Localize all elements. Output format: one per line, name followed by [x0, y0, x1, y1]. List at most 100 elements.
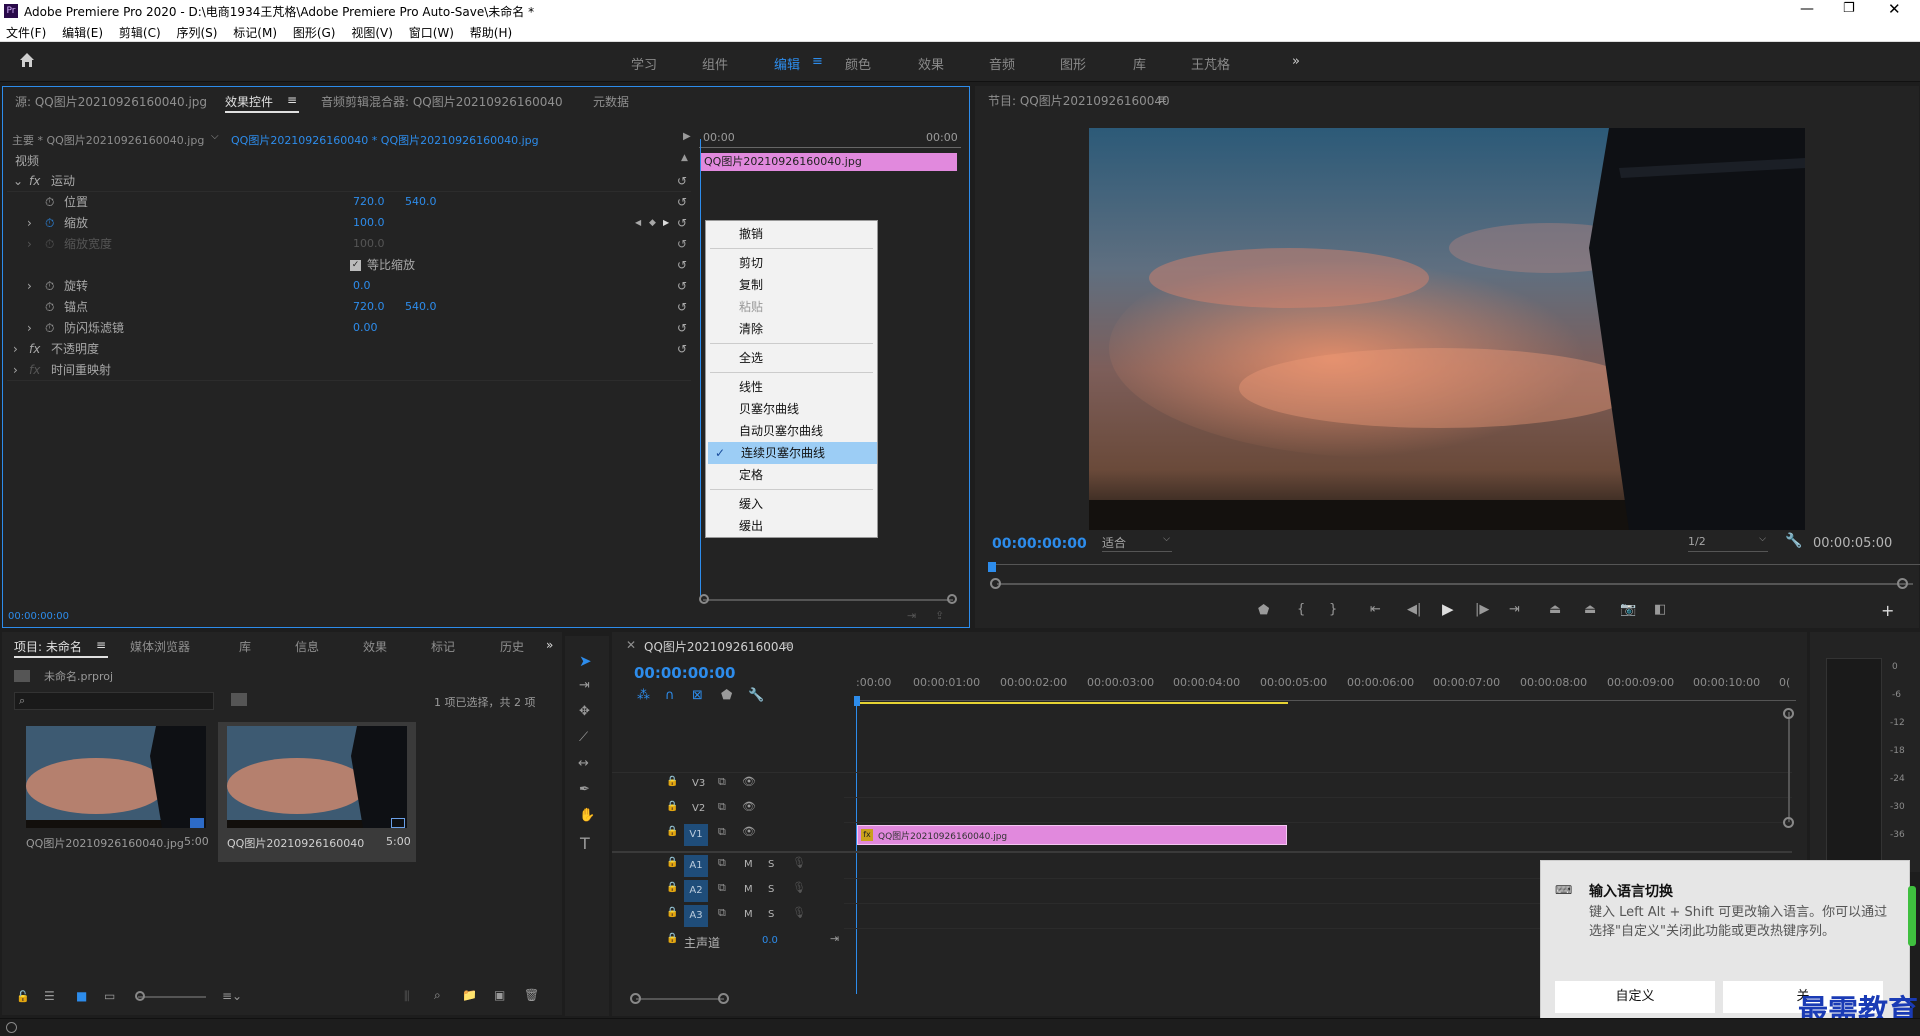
track-v3-label[interactable]: V3	[692, 778, 705, 789]
comparison-view-icon[interactable]: ◧	[1654, 602, 1666, 617]
wrench-icon[interactable]: 🔧	[1785, 533, 1802, 549]
effect-motion[interactable]: ⌄ fx 运动 ↺	[7, 171, 697, 191]
lock-icon[interactable]: 🔒	[666, 907, 678, 918]
menu-item-clear[interactable]: 清除	[706, 318, 877, 340]
timeline-title[interactable]: QQ图片20210926160040	[644, 638, 794, 655]
zoom-slider[interactable]	[138, 996, 206, 998]
workspace-library[interactable]: 库	[1133, 54, 1146, 73]
extract-icon[interactable]: ⏏	[1584, 602, 1596, 617]
tab-menu-icon[interactable]: ≡	[96, 638, 106, 652]
menu-item-continuous-bezier[interactable]: ✓ 连续贝塞尔曲线	[708, 442, 877, 464]
play-only-icon[interactable]: ▶	[683, 131, 691, 142]
sync-lock-icon[interactable]: ⧉	[718, 856, 726, 870]
slip-tool-icon[interactable]: ↔	[578, 756, 589, 771]
chevron-down-icon[interactable]: ⌄	[13, 171, 23, 191]
scroll-handle-left[interactable]	[699, 594, 709, 604]
zoom-handle-right[interactable]	[1897, 578, 1908, 589]
reset-icon[interactable]: ↺	[677, 297, 687, 317]
type-tool-icon[interactable]: T	[580, 834, 590, 853]
razor-tool-icon[interactable]: ⟋	[579, 730, 588, 745]
menu-marker[interactable]: 标记(M)	[227, 22, 283, 43]
chevron-right-icon[interactable]: ›	[27, 276, 32, 296]
sync-lock-icon[interactable]: ⧉	[718, 881, 726, 895]
anti-flicker-value[interactable]: 0.00	[353, 318, 378, 338]
mark-in-icon[interactable]: {	[1297, 602, 1305, 617]
reset-icon[interactable]: ↺	[677, 339, 687, 359]
workspace-color[interactable]: 颜色	[845, 54, 871, 73]
new-bin-icon[interactable]: 📁	[462, 988, 477, 1002]
menu-item-bezier[interactable]: 贝塞尔曲线	[706, 398, 877, 420]
tab-effect-controls[interactable]: 效果控件	[225, 93, 273, 110]
project-item-selected[interactable]: QQ图片20210926160040 5:00	[218, 722, 416, 862]
sort-icon[interactable]: ≡⌄	[222, 989, 242, 1003]
uniform-scale-checkbox[interactable]: ✓	[350, 260, 361, 271]
lock-icon[interactable]: 🔒	[666, 882, 678, 893]
track-a1-label[interactable]: A1	[684, 855, 708, 877]
eye-icon[interactable]: 👁	[742, 800, 756, 813]
fx-icon[interactable]: fx	[29, 339, 40, 359]
tab-effects[interactable]: 效果	[363, 638, 387, 655]
microphone-icon[interactable]: 🎙	[792, 906, 806, 919]
anchor-x[interactable]: 720.0	[353, 297, 385, 317]
master-volume[interactable]: 0.0	[762, 935, 778, 946]
menu-view[interactable]: 视图(V)	[345, 22, 399, 43]
close-icon[interactable]: ✕	[1888, 0, 1901, 18]
effect-time-remap[interactable]: › fx 时间重映射	[7, 360, 697, 380]
new-bin-from-search-icon[interactable]	[231, 693, 247, 706]
lock-icon[interactable]: 🔒	[666, 776, 678, 787]
step-back-icon[interactable]: ◀|	[1407, 602, 1421, 617]
search-input[interactable]: ⌕	[14, 692, 214, 710]
trash-icon[interactable]: 🗑	[524, 988, 539, 1002]
find-icon[interactable]: ⌕	[434, 988, 441, 1003]
lock-icon[interactable]: 🔓	[16, 990, 30, 1003]
ripple-edit-tool-icon[interactable]: ✥	[579, 704, 590, 719]
position-x[interactable]: 720.0	[353, 192, 385, 212]
scale-value[interactable]: 100.0	[353, 213, 385, 233]
stopwatch-icon[interactable]: ⏱	[45, 276, 54, 296]
tab-info[interactable]: 信息	[295, 638, 319, 655]
program-timecode[interactable]: 00:00:00:00	[992, 536, 1087, 552]
workspace-audio[interactable]: 音频	[989, 54, 1015, 73]
stopwatch-icon[interactable]: ⏱	[45, 318, 54, 338]
resolution-dropdown[interactable]: 1/2 ⌵	[1688, 534, 1768, 552]
rotation-value[interactable]: 0.0	[353, 276, 371, 296]
fx-icon[interactable]: fx	[29, 171, 40, 191]
tab-markers[interactable]: 标记	[431, 638, 455, 655]
tab-menu-icon[interactable]: ≡	[287, 93, 297, 107]
track-v1-label[interactable]: V1	[684, 824, 708, 846]
track-v2-label[interactable]: V2	[692, 803, 705, 814]
minimize-icon[interactable]: —	[1800, 1, 1814, 17]
track-a2-label[interactable]: A2	[684, 880, 708, 902]
reset-icon[interactable]: ↺	[677, 234, 687, 254]
lock-icon[interactable]: 🔒	[666, 933, 678, 944]
menu-item-cut[interactable]: 剪切	[706, 252, 877, 274]
menu-edit[interactable]: 编辑(E)	[56, 22, 109, 43]
menu-graphics[interactable]: 图形(G)	[287, 22, 342, 43]
menu-help[interactable]: 帮助(H)	[464, 22, 518, 43]
master-clip-label[interactable]: 主要 * QQ图片20210926160040.jpg	[12, 132, 204, 148]
scroll-handle[interactable]	[1783, 708, 1794, 719]
chevron-down-icon[interactable]: ⌵	[211, 131, 219, 142]
tab-project[interactable]: 项目: 未命名	[14, 638, 82, 655]
workspace-editing[interactable]: 编辑	[774, 54, 800, 73]
workspace-custom[interactable]: 王芃格	[1191, 54, 1230, 73]
home-icon[interactable]	[18, 51, 36, 69]
solo-button[interactable]: S	[768, 909, 774, 920]
menu-item-select-all[interactable]: 全选	[706, 347, 877, 369]
sync-lock-icon[interactable]: ⧉	[718, 906, 726, 920]
chevron-right-icon[interactable]: ›	[13, 339, 18, 359]
reset-icon[interactable]: ↺	[677, 213, 687, 233]
zoom-handle-left[interactable]	[990, 578, 1001, 589]
export-icon[interactable]: ⇪	[935, 609, 944, 622]
scroll-handle[interactable]	[630, 993, 641, 1004]
tab-history[interactable]: 历史	[500, 638, 524, 655]
solo-button[interactable]: S	[768, 859, 774, 870]
maximize-icon[interactable]: ❐	[1843, 1, 1855, 16]
selection-tool-icon[interactable]: ➤	[579, 652, 592, 670]
menu-file[interactable]: 文件(F)	[0, 22, 52, 43]
lock-icon[interactable]: 🔒	[666, 826, 678, 837]
reset-icon[interactable]: ↺	[677, 192, 687, 212]
sync-lock-icon[interactable]: ⧉	[718, 775, 726, 789]
keyframe-next-icon[interactable]: ▶	[663, 213, 669, 233]
microphone-icon[interactable]: 🎙	[792, 881, 806, 894]
